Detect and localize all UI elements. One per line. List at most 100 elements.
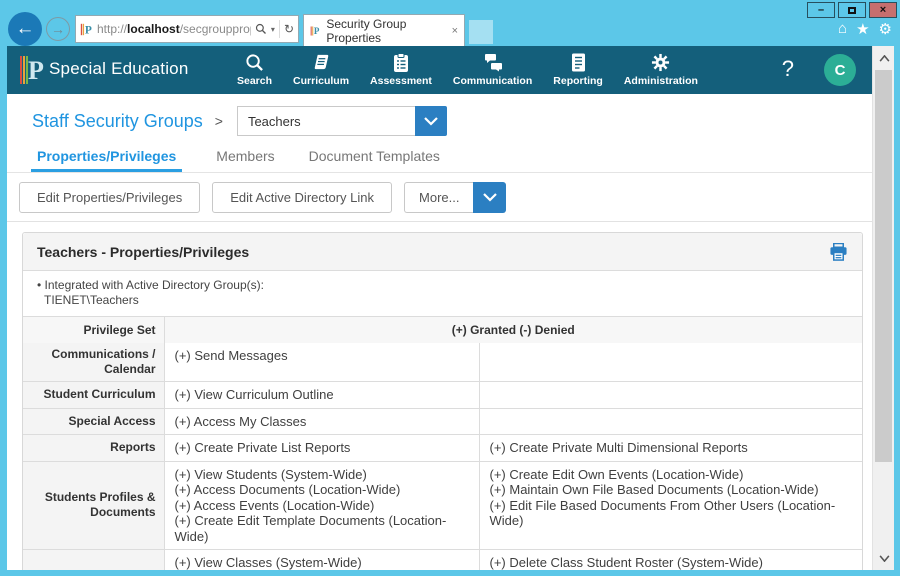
privilege-item: (+) View Students (System-Wide) <box>175 467 469 483</box>
edit-properties-privileges-button[interactable]: Edit Properties/Privileges <box>19 182 200 213</box>
close-icon: × <box>880 4 886 16</box>
chevron-up-icon <box>879 55 890 62</box>
nav-label: Search <box>237 75 272 87</box>
integration-note-text: Integrated with Active Directory Group(s… <box>45 278 264 292</box>
privilege-item: (+) View Curriculum Outline <box>175 387 469 403</box>
integration-group-value: TIENET\Teachers <box>37 293 850 308</box>
table-row: Reports(+) Create Private List Reports(+… <box>23 435 862 462</box>
help-button[interactable]: ? <box>782 56 794 82</box>
app-header: P Special Education Search Curriculum <box>7 46 872 94</box>
panel-title: Teachers - Properties/Privileges <box>37 244 249 260</box>
search-icon <box>245 52 264 73</box>
privilege-item: (+) View Classes (System-Wide) <box>175 555 469 570</box>
table-row: Students Profiles & Documents(+) View St… <box>23 461 862 550</box>
privilege-cell: (+) Delete Class Student Roster (System-… <box>479 550 862 571</box>
privilege-cell <box>479 382 862 409</box>
browser-settings-gear-icon[interactable]: ⚙ <box>879 20 892 38</box>
tab-title: Security Group Properties <box>326 17 445 45</box>
favorites-star-icon[interactable]: ★ <box>856 20 869 38</box>
chat-icon <box>483 52 503 73</box>
privileges-panel: Teachers - Properties/Privileges • Integ… <box>22 232 863 570</box>
main-navigation: Search Curriculum Assessment <box>237 46 698 94</box>
group-select[interactable]: Teachers <box>237 106 447 136</box>
privilege-set-label: Students Profiles & Documents <box>23 461 164 550</box>
chevron-down-icon <box>879 555 890 562</box>
maximize-button[interactable] <box>838 2 866 18</box>
minimize-button[interactable]: – <box>807 2 835 18</box>
nav-item-administration[interactable]: Administration <box>624 46 698 87</box>
privilege-item: (+) Access Events (Location-Wide) <box>175 498 469 514</box>
more-button[interactable]: More... <box>404 182 473 213</box>
document-icon <box>571 52 586 73</box>
nav-item-curriculum[interactable]: Curriculum <box>293 46 349 87</box>
more-menu[interactable]: More... <box>404 182 506 213</box>
edit-active-directory-link-button[interactable]: Edit Active Directory Link <box>212 182 392 213</box>
page-viewport: P Special Education Search Curriculum <box>7 46 894 570</box>
search-icon[interactable] <box>255 23 267 35</box>
privilege-item: (+) Edit File Based Documents From Other… <box>490 498 853 529</box>
privilege-cell: (+) View Curriculum Outline <box>164 382 479 409</box>
privilege-set-label: Special Access <box>23 408 164 435</box>
table-row: Classes Profiles(+) View Classes (System… <box>23 550 862 571</box>
section-tabs: Properties/Privileges Members Document T… <box>7 148 872 173</box>
scrollbar-thumb[interactable] <box>875 70 892 462</box>
browser-forward-button[interactable]: → <box>46 17 70 41</box>
action-toolbar: Edit Properties/Privileges Edit Active D… <box>7 173 872 222</box>
svg-text:P: P <box>28 56 44 85</box>
privilege-set-label: Reports <box>23 435 164 462</box>
more-dropdown-button[interactable] <box>473 182 506 213</box>
tab-properties-privileges[interactable]: Properties/Privileges <box>31 148 182 172</box>
privilege-item: (+) Create Private Multi Dimensional Rep… <box>490 440 853 456</box>
tab-close-icon[interactable]: × <box>452 25 458 37</box>
panel-header: Teachers - Properties/Privileges <box>23 233 862 271</box>
nav-item-search[interactable]: Search <box>237 46 272 87</box>
privilege-cell: (+) Create Edit Own Events (Location-Wid… <box>479 461 862 550</box>
privilege-set-header: Privilege Set <box>23 317 164 343</box>
app-logo: P <box>20 55 44 85</box>
svg-text:P: P <box>314 26 320 36</box>
tab-members[interactable]: Members <box>216 148 274 172</box>
print-button[interactable] <box>829 243 848 261</box>
browser-chrome: ← → P http://localhost/secgroupprops.asp… <box>7 12 894 46</box>
window-controls: – × <box>807 2 897 18</box>
nav-label: Communication <box>453 75 532 87</box>
privilege-cell: (+) Send Messages <box>164 343 479 382</box>
close-button[interactable]: × <box>869 2 897 18</box>
browser-tab[interactable]: P Security Group Properties × <box>303 14 465 46</box>
refresh-icon[interactable]: ↻ <box>284 22 294 36</box>
privilege-cell: (+) Access My Classes <box>164 408 479 435</box>
privilege-item: (+) Create Edit Own Events (Location-Wid… <box>490 467 853 483</box>
nav-label: Reporting <box>553 75 603 87</box>
ad-integration-note: • Integrated with Active Directory Group… <box>23 271 862 317</box>
page-content: P Special Education Search Curriculum <box>7 46 872 570</box>
scroll-down-button[interactable] <box>873 548 894 568</box>
titlebar-icons: ⌂ ★ ⚙ <box>838 20 892 38</box>
privilege-cell: (+) View Students (System-Wide) (+) Acces… <box>164 461 479 550</box>
chevron-down-icon <box>483 193 497 202</box>
tab-document-templates[interactable]: Document Templates <box>309 148 440 172</box>
gear-icon <box>651 52 670 73</box>
new-tab-button[interactable] <box>469 20 493 44</box>
back-arrow-icon: ← <box>16 18 35 40</box>
address-dropdown-icon[interactable]: ▾ <box>271 25 275 34</box>
address-bar[interactable]: P http://localhost/secgroupprops.aspx ▾ … <box>75 15 299 43</box>
home-icon[interactable]: ⌂ <box>838 20 847 38</box>
browser-back-button[interactable]: ← <box>8 12 42 46</box>
scroll-up-button[interactable] <box>873 48 894 68</box>
nav-label: Curriculum <box>293 75 349 87</box>
nav-item-assessment[interactable]: Assessment <box>370 46 432 87</box>
nav-item-communication[interactable]: Communication <box>453 46 532 87</box>
vertical-scrollbar[interactable] <box>872 46 894 570</box>
privilege-item: (+) Maintain Own File Based Documents (L… <box>490 482 853 498</box>
privilege-cell <box>479 343 862 382</box>
table-row: Communications / Calendar(+) Send Messag… <box>23 343 862 382</box>
nav-item-reporting[interactable]: Reporting <box>553 46 603 87</box>
breadcrumb-link-staff-security-groups[interactable]: Staff Security Groups <box>32 111 203 132</box>
table-row: Student Curriculum(+) View Curriculum Ou… <box>23 382 862 409</box>
browser-window: { "window": { "url_prefix": "http://", "… <box>0 0 900 576</box>
privilege-item: (+) Access My Classes <box>175 414 469 430</box>
minimize-icon: – <box>818 4 824 16</box>
user-avatar[interactable]: C <box>824 54 856 86</box>
group-select-dropdown-button[interactable] <box>415 106 447 136</box>
maximize-icon <box>848 7 856 14</box>
